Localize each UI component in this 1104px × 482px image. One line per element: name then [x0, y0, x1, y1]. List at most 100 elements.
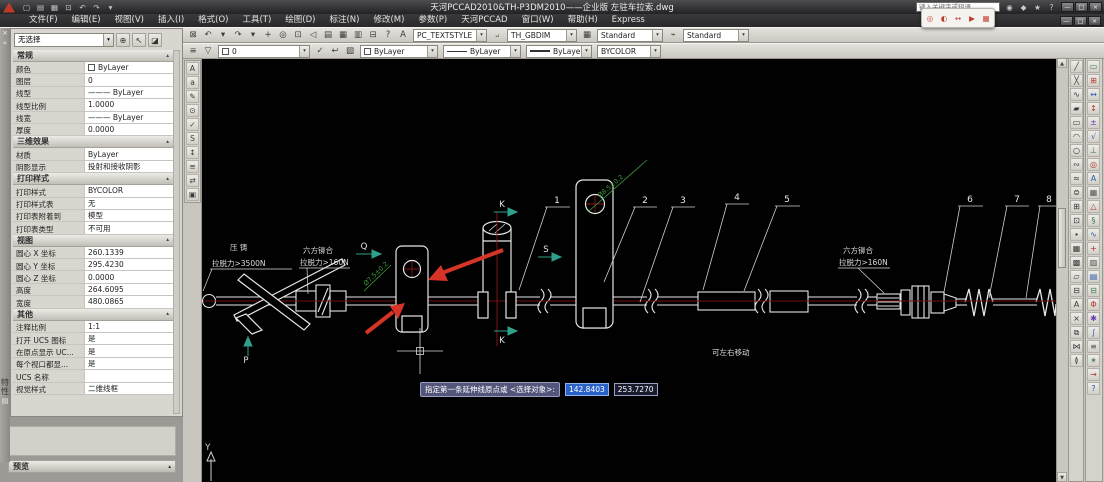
mirror-icon[interactable]: ⋈: [1070, 340, 1083, 353]
pc-bolt-icon[interactable]: Φ: [1087, 298, 1100, 311]
justify-text-icon[interactable]: ≡: [186, 160, 199, 173]
menu-tools[interactable]: 工具(T): [235, 14, 278, 27]
menu-pccad[interactable]: 天河PCCAD: [454, 14, 514, 27]
chevron-down-icon[interactable]: ▾: [299, 45, 309, 57]
mleader-style-icon[interactable]: ⌁: [666, 29, 680, 42]
coordinate-x-field[interactable]: 142.8403: [564, 383, 609, 396]
collapse-icon[interactable]: ▴: [166, 237, 169, 243]
pc-dim-vertical-icon[interactable]: ↕: [1087, 102, 1100, 115]
coordinate-y-field[interactable]: 253.7270: [613, 383, 658, 396]
pc-datum-icon[interactable]: ⊥: [1087, 144, 1100, 157]
doc-close-button[interactable]: ×: [1088, 16, 1101, 26]
gradient-icon[interactable]: ▩: [1070, 256, 1083, 269]
pc-title-block-icon[interactable]: ⊞: [1087, 74, 1100, 87]
menu-draw[interactable]: 绘图(D): [278, 14, 322, 27]
copy-icon[interactable]: ⧉: [1070, 326, 1083, 339]
arc-icon[interactable]: ◠: [1070, 130, 1083, 143]
text-style-icon[interactable]: S: [186, 132, 199, 145]
palette-menu-icon[interactable]: ▤: [1, 396, 10, 406]
zoom-realtime-icon[interactable]: ◎: [276, 29, 290, 42]
collapse-icon[interactable]: ▴: [166, 139, 169, 145]
table-style-icon[interactable]: ▦: [580, 29, 594, 42]
property-value[interactable]: 295.4230: [85, 259, 173, 272]
lineweight-combo[interactable]: ByLayer ▾: [526, 44, 592, 58]
qat-dropdown-icon[interactable]: ▾: [104, 2, 117, 13]
preview-section-header[interactable]: 预览 ▴: [8, 460, 176, 473]
property-value[interactable]: 1.0000: [85, 99, 173, 112]
pc-layers-icon[interactable]: ≡: [1087, 340, 1100, 353]
edit-text-icon[interactable]: ✎: [186, 90, 199, 103]
property-value[interactable]: BYCOLOR: [85, 185, 173, 198]
match-properties-icon[interactable]: ⊠: [186, 29, 200, 42]
tool-palettes-icon[interactable]: ▥: [351, 29, 365, 42]
app-restore-button[interactable]: □: [1075, 2, 1088, 12]
design-center-icon[interactable]: ▦: [336, 29, 350, 42]
text-mask-icon[interactable]: ▣: [186, 188, 199, 201]
mleader-style-combo[interactable]: Standard ▾: [683, 28, 749, 42]
polyline-icon[interactable]: ∿: [1070, 88, 1083, 101]
search-icon[interactable]: ◉: [1003, 2, 1016, 13]
convert-text-icon[interactable]: ⇄: [186, 174, 199, 187]
cc-cd-icon[interactable]: ◐: [939, 13, 950, 24]
menu-dimension[interactable]: 标注(N): [322, 14, 366, 27]
toggle-pickadd-icon[interactable]: ⊕: [116, 32, 130, 47]
doc-restore-button[interactable]: □: [1074, 16, 1087, 26]
single-line-text-icon[interactable]: a: [186, 76, 199, 89]
pc-bom-icon[interactable]: ▤: [1087, 270, 1100, 283]
revision-cloud-icon[interactable]: ∾: [1070, 158, 1083, 171]
chevron-down-icon[interactable]: ▾: [510, 45, 520, 57]
quick-select-icon[interactable]: ◪: [148, 32, 162, 47]
layer-states-icon[interactable]: ▧: [343, 45, 357, 58]
property-value[interactable]: 0: [85, 74, 173, 87]
linetype-combo[interactable]: ByLayer ▾: [443, 44, 521, 58]
menu-modify[interactable]: 修改(M): [366, 14, 411, 27]
section-header-misc[interactable]: 其他 ▴: [13, 308, 173, 321]
pc-settings-icon[interactable]: ✶: [1087, 354, 1100, 367]
pc-library-icon[interactable]: ⊟: [1087, 284, 1100, 297]
offset-icon[interactable]: ≬: [1070, 354, 1083, 367]
region-icon[interactable]: ▱: [1070, 270, 1083, 283]
mtext-icon[interactable]: A: [186, 62, 199, 75]
property-value[interactable]: ByLayer: [85, 148, 173, 161]
section-header-plot-style[interactable]: 打印样式 ▴: [13, 173, 173, 186]
new-file-icon[interactable]: ▢: [20, 2, 33, 13]
chevron-down-icon[interactable]: ▾: [476, 29, 486, 41]
pc-table-icon[interactable]: ▦: [1087, 186, 1100, 199]
cc-transfer-icon[interactable]: ↔: [953, 13, 964, 24]
communication-center-icon[interactable]: ◆: [1017, 2, 1030, 13]
open-file-icon[interactable]: ▤: [34, 2, 47, 13]
insert-block-icon[interactable]: ⊞: [1070, 200, 1083, 213]
drawing-canvas[interactable]: 1 2 3 4 5 6 7 8 压 铸 拉脱力>3500N 六方铆合 拉脱力>1…: [202, 58, 1056, 482]
property-value[interactable]: ——— ByLayer: [85, 111, 173, 124]
dim-style-combo[interactable]: TH_GBDIM ▾: [507, 28, 577, 42]
pc-spring-icon[interactable]: ∫: [1087, 326, 1100, 339]
doc-minimize-button[interactable]: —: [1060, 16, 1073, 26]
polygon-icon[interactable]: ▰: [1070, 102, 1083, 115]
menu-help[interactable]: 帮助(H): [561, 14, 605, 27]
pc-hatch-icon[interactable]: ▨: [1087, 256, 1100, 269]
text-style-icon[interactable]: A: [396, 29, 410, 42]
scroll-down-icon[interactable]: ▼: [1057, 472, 1067, 482]
property-value[interactable]: ——— ByLayer: [85, 86, 173, 100]
canvas-vertical-scrollbar[interactable]: ▲ ▼: [1056, 58, 1067, 482]
text-style-combo[interactable]: PC_TEXTSTYLE ▾: [413, 28, 487, 42]
find-replace-icon[interactable]: ⊙: [186, 104, 199, 117]
table-style-combo[interactable]: Standard ▾: [597, 28, 663, 42]
pc-help-icon[interactable]: ?: [1087, 382, 1100, 395]
infocenter-help-icon[interactable]: ?: [1045, 2, 1058, 13]
layer-previous-icon[interactable]: ↩: [328, 45, 342, 58]
pc-break-line-icon[interactable]: ∿: [1087, 228, 1100, 241]
chevron-down-icon[interactable]: ▾: [103, 33, 113, 46]
property-value[interactable]: 是: [85, 357, 173, 371]
zoom-window-icon[interactable]: ⊡: [291, 29, 305, 42]
color-combo[interactable]: ByLayer ▾: [360, 44, 438, 58]
point-icon[interactable]: ∙: [1070, 228, 1083, 241]
collapse-icon[interactable]: ▴: [166, 176, 169, 182]
pc-text-icon[interactable]: A: [1087, 172, 1100, 185]
chevron-down-icon[interactable]: ▾: [738, 29, 748, 41]
multiline-text-icon[interactable]: A: [1070, 298, 1083, 311]
dim-style-icon[interactable]: ⟓: [490, 29, 504, 42]
pc-roughness-icon[interactable]: √: [1087, 130, 1100, 143]
make-object-layer-current-icon[interactable]: ✓: [313, 45, 327, 58]
property-value[interactable]: 264.6095: [85, 283, 173, 297]
